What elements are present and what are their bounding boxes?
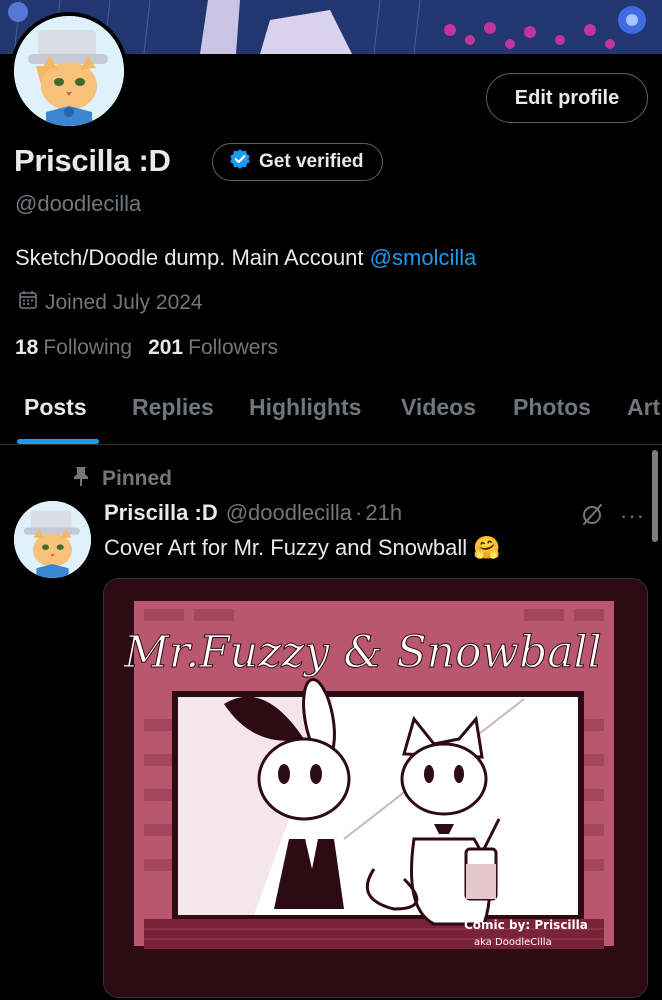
post-author-handle[interactable]: @doodlecilla (226, 500, 352, 526)
post-author-avatar[interactable] (14, 501, 91, 578)
tab-photos[interactable]: Photos (513, 394, 591, 421)
post-text: Cover Art for Mr. Fuzzy and Snowball 🤗 (104, 535, 501, 561)
edit-profile-button[interactable]: Edit profile (486, 73, 648, 123)
post-image[interactable]: Mr.Fuzzy & Snowball Comic by: Priscilla … (103, 578, 648, 998)
hugging-emoji: 🤗 (473, 535, 501, 560)
grok-icon[interactable] (580, 502, 604, 531)
image-credit-line1: Comic by: Priscilla (464, 918, 588, 932)
profile-avatar[interactable] (10, 12, 128, 130)
more-icon[interactable]: ··· (620, 503, 645, 529)
image-title-text: Mr.Fuzzy & Snowball (123, 627, 602, 678)
get-verified-button[interactable]: Get verified (212, 143, 383, 181)
profile-handle: @doodlecilla (15, 191, 142, 216)
post-separator: · (355, 500, 363, 525)
post-header: Priscilla :D @doodlecilla · 21h (104, 500, 402, 526)
bio-text: Sketch/Doodle dump. Main Account (15, 245, 370, 270)
active-tab-indicator (17, 439, 99, 444)
tab-replies[interactable]: Replies (132, 394, 214, 421)
following-label: Following (43, 336, 133, 359)
scrollbar[interactable] (652, 450, 658, 542)
followers-label: Followers (188, 336, 278, 359)
tab-highlights[interactable]: Highlights (249, 394, 361, 421)
post-author-name[interactable]: Priscilla :D (104, 500, 218, 526)
pinned-label: Pinned (102, 467, 173, 490)
bio-mention-link[interactable]: @smolcilla (370, 245, 477, 270)
image-credit-line2: aka DoodleCilla (474, 937, 552, 948)
following-count: 18 (15, 336, 39, 359)
joined-date: Joined July 2024 (17, 289, 203, 317)
tab-art[interactable]: Art (627, 394, 660, 421)
following-link[interactable]: 18 Following (15, 336, 132, 360)
post-timestamp[interactable]: 21h (365, 500, 402, 526)
profile-bio: Sketch/Doodle dump. Main Account @smolci… (15, 245, 476, 271)
profile-tabs: Posts Replies Highlights Videos Photos A… (0, 380, 662, 445)
tab-posts[interactable]: Posts (24, 394, 87, 421)
get-verified-label: Get verified (259, 151, 364, 172)
pinned-indicator: Pinned (72, 465, 172, 493)
followers-link[interactable]: 201 Followers (148, 336, 278, 360)
pin-icon (72, 465, 90, 493)
verified-badge-icon (229, 148, 251, 176)
calendar-icon (17, 289, 39, 317)
post-body: Cover Art for Mr. Fuzzy and Snowball (104, 535, 468, 560)
follow-stats: 18 Following 201 Followers (15, 336, 278, 360)
display-name: Priscilla :D (14, 143, 171, 178)
tab-videos[interactable]: Videos (401, 394, 476, 421)
joined-label: Joined July 2024 (45, 291, 203, 314)
followers-count: 201 (148, 336, 184, 359)
